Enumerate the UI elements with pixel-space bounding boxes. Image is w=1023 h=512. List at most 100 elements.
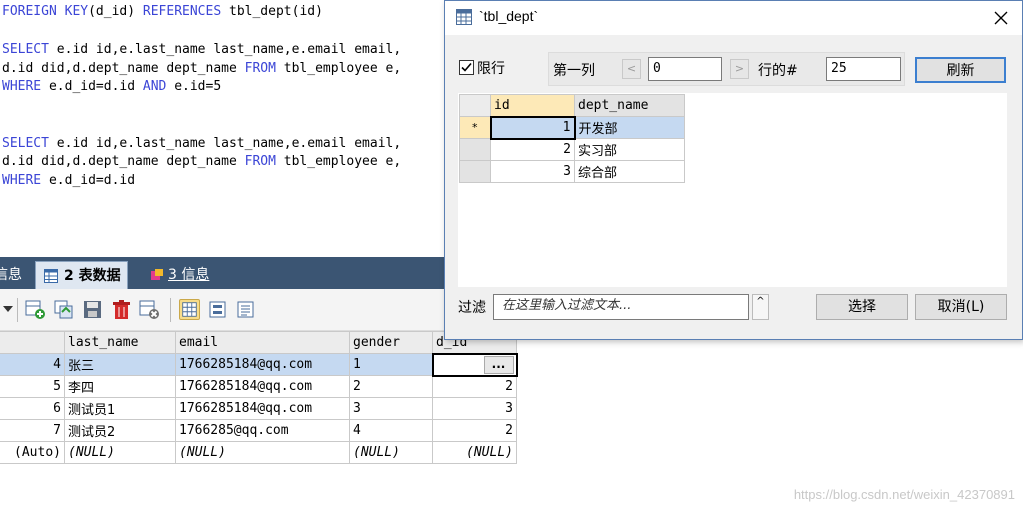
cell-id[interactable]: 7 — [0, 419, 65, 442]
cell-email[interactable]: (NULL) — [175, 441, 350, 464]
column-header[interactable]: dept_name — [574, 94, 685, 117]
cancel-button[interactable]: 取消(L) — [915, 294, 1007, 320]
cell-id[interactable]: 4 — [0, 353, 65, 376]
checkmark-icon — [461, 62, 472, 72]
cell-d-id[interactable]: 2 — [432, 419, 517, 442]
cell-id[interactable]: (Auto) — [0, 441, 65, 464]
cell-d-id[interactable]: 3 — [432, 397, 517, 420]
cell-d-id[interactable]: 2 — [432, 375, 517, 398]
lookup-button[interactable]: ... — [483, 355, 514, 374]
cell-id[interactable]: 1 — [489, 115, 576, 140]
save-icon[interactable] — [82, 299, 103, 320]
cell-email[interactable]: 1766285184@qq.com — [175, 353, 350, 376]
sql-text: (d_id) — [88, 4, 143, 19]
table-row[interactable]: 6 测试员1 1766285184@qq.com 3 3 — [0, 397, 517, 420]
dialog-title: `tbl_dept` — [479, 8, 539, 24]
row-marker: * — [459, 116, 491, 139]
cell-last-name[interactable]: 张三 — [64, 353, 176, 376]
column-header[interactable]: gender — [349, 331, 433, 354]
cell-dept-name[interactable]: 综合部 — [574, 160, 685, 183]
lookup-dialog: `tbl_dept` 限行 第一列 < 0 > 行的# 25 刷新 id dep… — [444, 0, 1023, 340]
table-row[interactable]: 3 综合部 — [459, 160, 685, 183]
code-line: SELECT e.id id,e.last_name last_name,e.e… — [2, 41, 401, 59]
column-header[interactable]: last_name — [64, 331, 176, 354]
cell-last-name[interactable]: 测试员1 — [64, 397, 176, 420]
sql-keyword: REFERENCES — [142, 4, 222, 19]
limit-checkbox[interactable] — [459, 60, 474, 75]
watermark: https://blog.csdn.net/weixin_42370891 — [793, 487, 1015, 502]
toolbar-separator — [17, 298, 18, 322]
dialog-title-bar[interactable]: `tbl_dept` — [445, 1, 1022, 35]
info-icon — [151, 269, 163, 280]
table-row[interactable]: 4 张三 1766285184@qq.com 1 ... — [0, 352, 518, 377]
sql-text: tbl_employee e, — [275, 61, 402, 76]
duplicate-row-icon[interactable] — [53, 299, 74, 320]
cell-email[interactable]: 1766285184@qq.com — [175, 375, 350, 398]
result-tabs: 信息 2 表数据 3 信息 — [0, 257, 445, 289]
table-row[interactable]: 5 李四 1766285184@qq.com 2 2 — [0, 375, 517, 398]
cell-gender[interactable]: 2 — [349, 375, 433, 398]
text-view-icon[interactable] — [235, 299, 256, 320]
column-header[interactable]: email — [175, 331, 350, 354]
table-row[interactable]: 7 测试员2 1766285@qq.com 4 2 — [0, 419, 517, 442]
table-row[interactable]: * 1 开发部 — [459, 115, 685, 140]
dept-grid: id dept_name * 1 开发部 2 实习部 3 综合部 — [459, 94, 685, 183]
cell-dept-name[interactable]: 开发部 — [574, 116, 685, 139]
rows-count-input[interactable]: 25 — [826, 57, 901, 81]
table-icon — [44, 269, 58, 283]
cell-id[interactable]: 6 — [0, 397, 65, 420]
cell-id[interactable]: 3 — [490, 160, 575, 183]
cell-email[interactable]: 1766285184@qq.com — [175, 397, 350, 420]
table-row[interactable]: (Auto) (NULL) (NULL) (NULL) (NULL) — [0, 441, 517, 464]
filter-input[interactable]: 在这里输入过滤文本... — [493, 294, 749, 320]
code-line: FOREIGN KEY(d_id) REFERENCES tbl_dept(id… — [2, 3, 323, 21]
cell-id[interactable]: 2 — [490, 138, 575, 161]
first-row-input[interactable]: 0 — [648, 57, 722, 81]
code-line: d.id did,d.dept_name dept_name FROM tbl_… — [2, 153, 401, 171]
tab-info-label: 信息 — [0, 267, 22, 283]
form-view-icon[interactable] — [207, 299, 228, 320]
toolbar-separator — [170, 298, 171, 322]
tab-table-data[interactable]: 2 表数据 — [35, 261, 128, 289]
dropdown-arrow-icon[interactable] — [3, 306, 13, 312]
refresh-button[interactable]: 刷新 — [915, 57, 1006, 83]
delete-icon[interactable] — [111, 299, 132, 320]
code-line: WHERE e.d_id=d.id — [2, 172, 135, 190]
select-button[interactable]: 选择 — [816, 294, 908, 320]
cell-id[interactable]: 5 — [0, 375, 65, 398]
code-line: WHERE e.d_id=d.id AND e.id=5 — [2, 78, 221, 96]
cell-last-name[interactable]: 测试员2 — [64, 419, 176, 442]
discard-changes-icon[interactable] — [139, 299, 160, 320]
cell-dept-name[interactable]: 实习部 — [574, 138, 685, 161]
cell-email[interactable]: 1766285@qq.com — [175, 419, 350, 442]
sql-text: e.id id,e.last_name last_name,e.email em… — [48, 42, 402, 57]
close-icon[interactable] — [994, 11, 1008, 25]
grid-header-row: id dept_name — [459, 94, 685, 117]
cell-d-id[interactable]: (NULL) — [432, 441, 517, 464]
sql-keyword: FOREIGN KEY — [2, 4, 89, 19]
cell-gender[interactable]: 3 — [349, 397, 433, 420]
tab-table-data-label: 2 表数据 — [64, 268, 121, 284]
filter-history-button[interactable]: ^ — [752, 294, 769, 320]
column-header[interactable]: id — [490, 94, 575, 117]
sql-text: e.id=5 — [166, 79, 222, 94]
cell-last-name[interactable]: 李四 — [64, 375, 176, 398]
cell-last-name[interactable]: (NULL) — [64, 441, 176, 464]
tab-info[interactable]: 信息 — [0, 261, 22, 289]
employee-grid: last_name email gender d_id 4 张三 1766285… — [0, 331, 518, 464]
sql-text: tbl_dept(id) — [221, 4, 323, 19]
sql-editor[interactable]: FOREIGN KEY(d_id) REFERENCES tbl_dept(id… — [0, 0, 448, 255]
previous-page-button[interactable]: < — [622, 59, 641, 79]
grid-view-icon[interactable] — [179, 299, 200, 320]
tab-messages[interactable]: 3 信息 — [148, 261, 209, 289]
sql-keyword: FROM — [244, 154, 276, 169]
cell-d-id-editing[interactable]: ... — [431, 352, 518, 377]
cell-gender[interactable]: 1 — [349, 353, 433, 376]
next-page-button[interactable]: > — [730, 59, 749, 79]
cell-gender[interactable]: (NULL) — [349, 441, 433, 464]
add-row-icon[interactable] — [25, 299, 46, 320]
row-header-corner — [459, 94, 491, 117]
table-row[interactable]: 2 实习部 — [459, 138, 685, 161]
cell-gender[interactable]: 4 — [349, 419, 433, 442]
limit-label: 限行 — [477, 61, 505, 77]
